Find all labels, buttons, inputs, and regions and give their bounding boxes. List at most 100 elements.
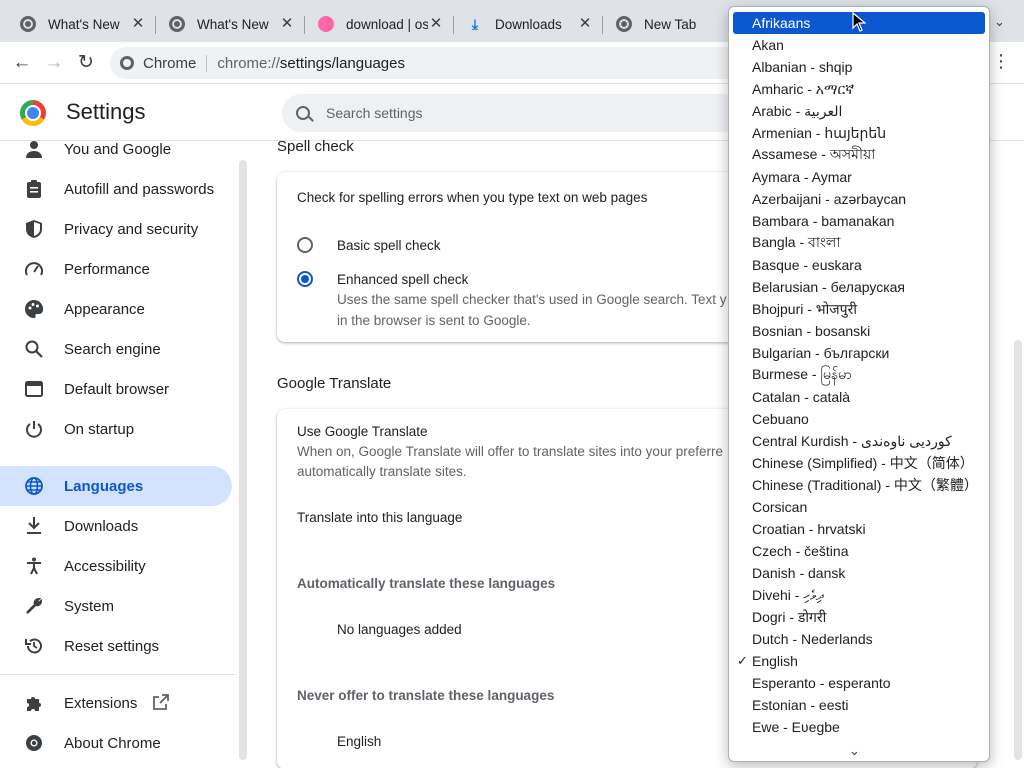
- dropdown-option[interactable]: Corsican: [733, 496, 985, 518]
- dropdown-option[interactable]: Bambara - bamanakan: [733, 210, 985, 232]
- osu-icon: [318, 16, 334, 32]
- dropdown-option[interactable]: Cebuano: [733, 408, 985, 430]
- dropdown-option[interactable]: Azerbaijani - azərbaycan: [733, 188, 985, 210]
- browser-icon: [24, 379, 44, 399]
- scroll-down-chevron-icon[interactable]: ⌄: [849, 743, 860, 759]
- dropdown-option[interactable]: Estonian - eesti: [733, 694, 985, 716]
- sidebar-item-appearance[interactable]: Appearance: [0, 289, 232, 329]
- back-icon[interactable]: ←: [10, 51, 34, 75]
- dropdown-option[interactable]: Central Kurdish - کوردیی ناوەندی: [733, 430, 985, 452]
- dropdown-option[interactable]: Amharic - አማርኛ: [733, 78, 985, 100]
- gauge-icon: [24, 259, 44, 279]
- basic-spell-check-label: Basic spell check: [337, 238, 441, 253]
- accessibility-icon: [24, 556, 44, 576]
- sidebar-item-autofill[interactable]: Autofill and passwords: [0, 169, 232, 209]
- history-icon: [24, 636, 44, 656]
- dropdown-option[interactable]: Burmese - မြန်မာ: [733, 364, 985, 386]
- sidebar-item-privacy[interactable]: Privacy and security: [0, 209, 232, 249]
- checkmark-icon: ✓: [737, 653, 748, 668]
- sidebar-item-label: On startup: [64, 420, 135, 438]
- person-icon: [24, 139, 44, 159]
- close-icon[interactable]: ✕: [279, 16, 295, 32]
- dropdown-option[interactable]: Bhojpuri - भोजपुरी: [733, 298, 985, 320]
- sidebar-item-about-chrome[interactable]: About Chrome: [0, 723, 232, 763]
- sidebar-item-default-browser[interactable]: Default browser: [0, 369, 232, 409]
- dropdown-option[interactable]: Divehi - ދިވެހި: [733, 584, 985, 606]
- sidebar-item-label: Performance: [64, 260, 150, 278]
- reload-icon[interactable]: ↻: [74, 51, 98, 75]
- sidebar-item-on-startup[interactable]: On startup: [0, 409, 232, 449]
- wrench-icon: [24, 596, 44, 616]
- tab-title: What's New: [197, 16, 269, 32]
- sidebar-item-performance[interactable]: Performance: [0, 249, 232, 289]
- power-icon: [24, 419, 44, 439]
- sidebar-item-label: System: [64, 597, 115, 615]
- sidebar-item-downloads[interactable]: Downloads: [0, 506, 232, 546]
- tab-whats-new-1[interactable]: What's New ✕: [0, 6, 156, 42]
- sidebar-item-languages[interactable]: Languages: [0, 466, 232, 506]
- sidebar-item-label: Default browser: [64, 380, 170, 398]
- search-input[interactable]: [326, 105, 706, 121]
- dropdown-option[interactable]: Dogri - डोगरी: [733, 606, 985, 628]
- dropdown-option[interactable]: Chinese (Simplified) - 中文（简体）: [733, 452, 985, 474]
- forward-icon[interactable]: →: [42, 51, 66, 75]
- sidebar-item-label: Search engine: [64, 340, 161, 358]
- more-menu-icon[interactable]: ⋮: [992, 51, 1010, 72]
- tab-downloads[interactable]: ⤓ Downloads ✕: [447, 6, 603, 42]
- dropdown-option[interactable]: Dutch - Nederlands: [733, 628, 985, 650]
- tab-whats-new-2[interactable]: What's New ✕: [149, 6, 305, 42]
- dropdown-option[interactable]: Bangla - বাংলা: [733, 232, 985, 254]
- language-dropdown-list[interactable]: Afrikaans Akan Albanian - shqip Amharic …: [728, 6, 990, 762]
- sidebar-item-reset[interactable]: Reset settings: [0, 626, 232, 666]
- dropdown-option[interactable]: Albanian - shqip: [733, 56, 985, 78]
- sidebar-item-system[interactable]: System: [0, 586, 232, 626]
- dropdown-option[interactable]: Bulgarian - български: [733, 342, 985, 364]
- dropdown-option[interactable]: Chinese (Traditional) - 中文（繁體）: [733, 474, 985, 496]
- use-google-translate-label: Use Google Translate: [297, 424, 428, 439]
- tab-title: Downloads: [495, 16, 562, 32]
- search-icon: [296, 106, 310, 120]
- dropdown-option[interactable]: Esperanto - esperanto: [733, 672, 985, 694]
- sidebar-item-you-and-google[interactable]: You and Google: [0, 129, 232, 169]
- dropdown-option-checked[interactable]: ✓ English: [733, 650, 985, 672]
- tab-title: download | osu!: [346, 16, 428, 32]
- dropdown-option[interactable]: Catalan - català: [733, 386, 985, 408]
- sidebar-divider: [0, 674, 236, 675]
- enhanced-spell-check-radio[interactable]: [297, 271, 313, 287]
- sidebar-item-label: Languages: [64, 477, 144, 495]
- dropdown-option[interactable]: Basque - euskara: [733, 254, 985, 276]
- use-google-translate-desc-2: automatically translate sites.: [297, 464, 467, 479]
- sidebar-item-accessibility[interactable]: Accessibility: [0, 546, 232, 586]
- dropdown-option[interactable]: Armenian - հայերեն: [733, 122, 985, 144]
- basic-spell-check-radio[interactable]: [297, 237, 313, 253]
- dropdown-option[interactable]: Assamese - অসমীয়া: [733, 144, 985, 166]
- address-bar[interactable]: Chrome chrome:// settings/languages: [110, 47, 770, 79]
- enhanced-spell-check-label: Enhanced spell check: [337, 272, 469, 287]
- never-translate-item: English: [337, 734, 382, 749]
- close-icon[interactable]: ✕: [130, 16, 146, 32]
- dropdown-option[interactable]: Bosnian - bosanski: [733, 320, 985, 342]
- dropdown-option[interactable]: Akan: [733, 34, 985, 56]
- sidebar-item-search-engine[interactable]: Search engine: [0, 329, 232, 369]
- close-icon[interactable]: ✕: [428, 16, 444, 32]
- dropdown-option[interactable]: Aymara - Aymar: [733, 166, 985, 188]
- palette-icon: [24, 299, 44, 319]
- dropdown-option[interactable]: Czech - čeština: [733, 540, 985, 562]
- tab-search-chevron-icon[interactable]: ⌄: [994, 14, 1005, 30]
- dropdown-option[interactable]: Belarusian - беларуская: [733, 276, 985, 298]
- tab-new-tab[interactable]: New Tab: [596, 6, 726, 42]
- settings-search[interactable]: [282, 94, 742, 132]
- dropdown-option[interactable]: Arabic - العربية: [733, 100, 985, 122]
- url-scheme: chrome://: [217, 54, 280, 72]
- dropdown-option[interactable]: Ewe - Eʋegbe: [733, 716, 985, 738]
- dropdown-option[interactable]: Croatian - hrvatski: [733, 518, 985, 540]
- shield-icon: [24, 219, 44, 239]
- tab-osu-download[interactable]: download | osu! ✕: [298, 6, 454, 42]
- sidebar-item-extensions[interactable]: Extensions: [0, 683, 232, 723]
- content-scrollbar[interactable]: [1014, 340, 1022, 760]
- sidebar-scrollbar[interactable]: [239, 160, 247, 760]
- dropdown-option[interactable]: Danish - dansk: [733, 562, 985, 584]
- close-icon[interactable]: ✕: [577, 16, 593, 32]
- site-chip: Chrome: [143, 54, 208, 72]
- sidebar-item-label: About Chrome: [64, 734, 161, 752]
